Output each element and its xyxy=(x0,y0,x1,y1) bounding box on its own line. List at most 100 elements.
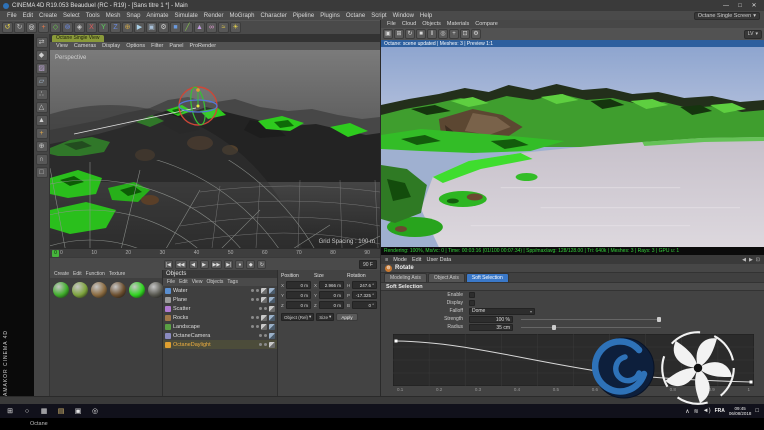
burger-icon[interactable]: ≡ xyxy=(385,257,388,263)
position-y-field[interactable]: 0 m xyxy=(286,291,311,299)
texture-tag-icon[interactable] xyxy=(269,305,275,312)
material-swatch[interactable] xyxy=(148,282,164,298)
visibility-dot[interactable] xyxy=(259,307,262,310)
lock-z-icon[interactable]: Z xyxy=(110,22,121,33)
object-row[interactable]: Rocks xyxy=(163,313,277,322)
search-icon[interactable]: ○ xyxy=(19,404,35,418)
viewport-menu-item[interactable]: Cameras xyxy=(71,43,99,49)
radius-slider[interactable] xyxy=(521,324,661,330)
menu-item[interactable]: Octane xyxy=(343,13,368,19)
object-menu-item[interactable]: View xyxy=(190,279,205,285)
camera-tag-icon[interactable] xyxy=(269,332,275,339)
texture-tag-icon[interactable] xyxy=(261,323,267,330)
tray-expand-icon[interactable]: ∧ xyxy=(685,408,689,415)
snap-icon[interactable]: ∩ xyxy=(35,154,48,165)
pen-icon[interactable]: ╱ xyxy=(182,22,193,33)
texture-tag-icon[interactable] xyxy=(261,296,267,303)
device-dropdown[interactable]: LV ▾ xyxy=(743,29,762,39)
loop-button[interactable]: ↻ xyxy=(257,259,267,269)
menu-item[interactable]: Window xyxy=(390,13,417,19)
edges-mode-icon[interactable]: △ xyxy=(35,102,48,113)
texture-tag-icon[interactable] xyxy=(261,314,267,321)
material-menu-item[interactable]: Function xyxy=(84,271,107,277)
move-icon[interactable]: + xyxy=(38,22,49,33)
material-swatch[interactable] xyxy=(110,282,126,298)
phong-tag-icon[interactable] xyxy=(269,296,275,303)
material-swatch[interactable] xyxy=(53,282,69,298)
mograph-icon[interactable]: ∞ xyxy=(206,22,217,33)
nav-forward-icon[interactable]: ▶ xyxy=(749,257,753,263)
strength-field[interactable]: 100 % xyxy=(469,315,513,323)
render-view[interactable] xyxy=(381,47,764,247)
slider-knob[interactable] xyxy=(551,324,556,330)
layout-selector[interactable]: Octane Single Screen ▾ xyxy=(693,11,760,20)
visibility-dot[interactable] xyxy=(251,298,254,301)
convert-icon[interactable]: ⇄ xyxy=(35,37,48,48)
goto-start-button[interactable]: |◀ xyxy=(163,259,173,269)
rotation-b-field[interactable]: 0 ° xyxy=(352,301,377,309)
visibility-dot[interactable] xyxy=(256,298,259,301)
lv-menu-item[interactable]: Compare xyxy=(472,21,501,27)
object-row[interactable]: Landscape xyxy=(163,322,277,331)
falloff-dropdown[interactable]: Dome ▾ xyxy=(469,307,535,315)
object-menu-item[interactable]: Objects xyxy=(204,279,225,285)
enable-checkbox[interactable] xyxy=(469,292,475,298)
menu-item[interactable]: Script xyxy=(368,13,389,19)
radius-field[interactable]: 35 cm xyxy=(469,323,513,331)
object-row[interactable]: Scatter xyxy=(163,304,277,313)
end-frame-field[interactable]: 90 F xyxy=(358,260,377,269)
phong-tag-icon[interactable] xyxy=(269,287,275,294)
size-y-field[interactable]: 0 m xyxy=(319,291,344,299)
viewport-menu-item[interactable]: View xyxy=(53,43,71,49)
rotation-p-field[interactable]: -17.325 ° xyxy=(352,291,377,299)
object-row[interactable]: OctaneCamera xyxy=(163,331,277,340)
points-mode-icon[interactable]: ∴ xyxy=(35,89,48,100)
taskbar-app-icon[interactable]: ▣ xyxy=(70,404,86,418)
menu-item[interactable]: Help xyxy=(417,13,435,19)
lv-menu-item[interactable]: File xyxy=(384,21,399,27)
object-menu-item[interactable]: Edit xyxy=(177,279,190,285)
polygons-mode-icon[interactable]: ▲ xyxy=(35,115,48,126)
object-menu-item[interactable]: File xyxy=(165,279,177,285)
menu-item[interactable]: MoGraph xyxy=(226,13,257,19)
viewport-menu-item[interactable]: Panel xyxy=(166,43,186,49)
subdivision-icon[interactable]: ▲ xyxy=(194,22,205,33)
lv-menu-item[interactable]: Cloud xyxy=(399,21,419,27)
visibility-dot[interactable] xyxy=(264,307,267,310)
next-frame-button[interactable]: ▶▶ xyxy=(210,259,223,269)
menu-item[interactable]: Plugins xyxy=(317,13,343,19)
axis-lock-icon[interactable]: + xyxy=(35,128,48,139)
menu-item[interactable]: Edit xyxy=(20,13,36,19)
keyframe-button[interactable]: ◆ xyxy=(246,259,256,269)
menu-item[interactable]: Snap xyxy=(123,13,143,19)
volume-icon[interactable]: ◄) xyxy=(703,408,711,414)
render-region-icon[interactable]: ⊡ xyxy=(460,29,470,39)
workplane-icon[interactable]: ▱ xyxy=(35,76,48,87)
object-menu-item[interactable]: Tags xyxy=(225,279,240,285)
camera-lock-icon[interactable]: ◎ xyxy=(438,29,448,39)
timeline-ruler[interactable]: 0 0 10 20 30 40 50 60 70 80 90 xyxy=(50,248,380,257)
mode-tab[interactable]: Edit xyxy=(412,257,421,263)
render-picture-icon[interactable]: ▣ xyxy=(146,22,157,33)
material-swatch[interactable] xyxy=(129,282,145,298)
lock-y-icon[interactable]: Y xyxy=(98,22,109,33)
network-icon[interactable]: ≋ xyxy=(694,408,699,415)
tab-soft-selection[interactable]: Soft Selection xyxy=(465,273,509,282)
layers-icon[interactable]: □ xyxy=(35,167,48,178)
visibility-dot[interactable] xyxy=(251,316,254,319)
tab-object-axis[interactable]: Object Axis xyxy=(427,273,465,282)
visibility-dot[interactable] xyxy=(259,334,262,337)
viewport-canvas[interactable]: Perspective Grid Spacing : 100 m xyxy=(50,50,380,248)
coords-mode-dropdown[interactable]: Object (Rel) ▾ xyxy=(281,313,315,321)
menu-item[interactable]: Select xyxy=(60,13,83,19)
size-z-field[interactable]: 0 m xyxy=(319,301,344,309)
redo-icon[interactable]: ↻ xyxy=(14,22,25,33)
position-z-field[interactable]: 0 m xyxy=(286,301,311,309)
render-settings-icon[interactable]: ⚙ xyxy=(158,22,169,33)
stop-render-icon[interactable]: ■ xyxy=(416,29,426,39)
menu-item[interactable]: Create xyxy=(36,13,60,19)
object-row[interactable]: Water xyxy=(163,286,277,295)
light-tag-icon[interactable] xyxy=(269,341,275,348)
coord-system-icon[interactable]: ⊕ xyxy=(122,22,133,33)
viewport-menu-item[interactable]: Filter xyxy=(148,43,166,49)
